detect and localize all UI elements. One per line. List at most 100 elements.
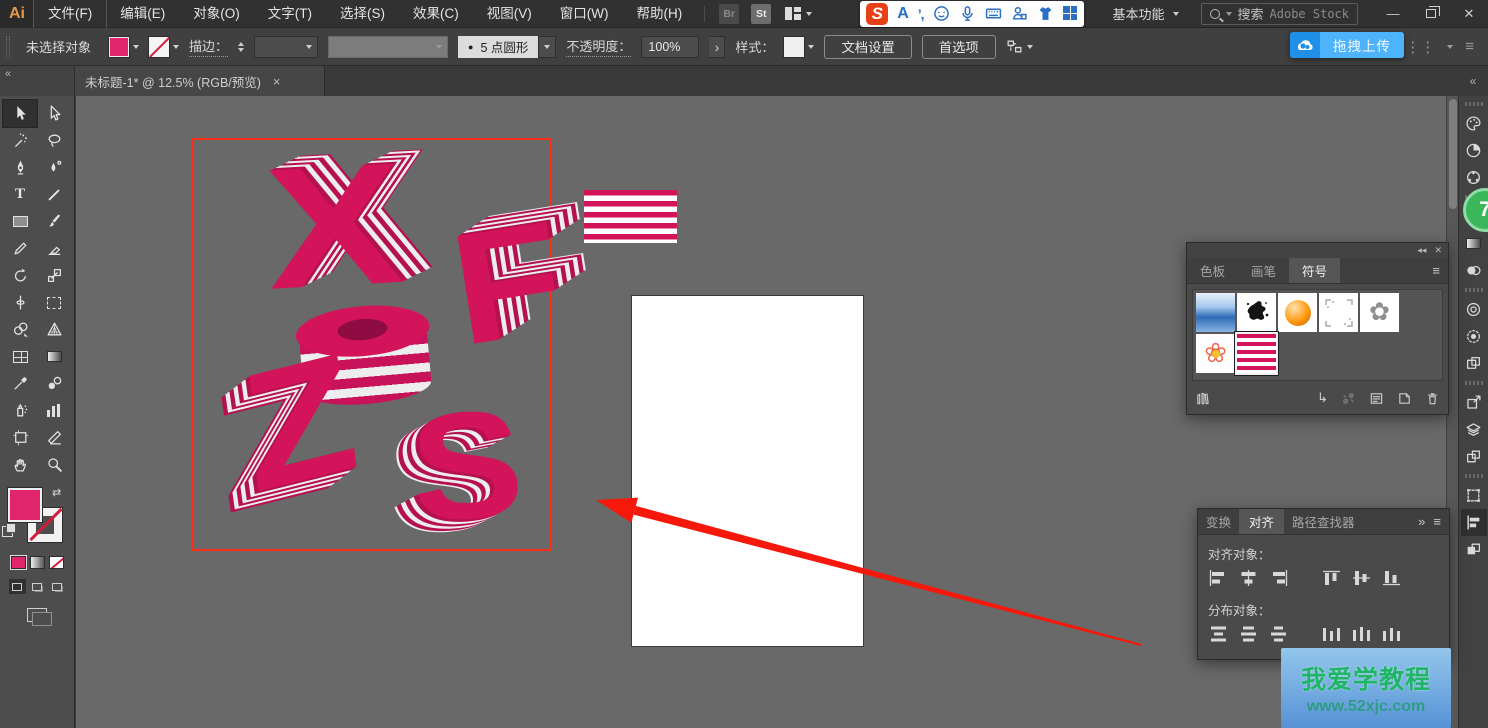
dock-artboards-panel[interactable] [1461, 350, 1487, 377]
dock-align-panel[interactable] [1461, 509, 1487, 536]
panel-grip[interactable] [6, 36, 10, 58]
close-panel-icon[interactable]: ✕ [1434, 245, 1442, 256]
tool-slice[interactable] [37, 424, 71, 451]
symbol-options-icon[interactable] [1369, 391, 1384, 406]
cloud-upload-button[interactable]: 拖拽上传 [1290, 32, 1404, 58]
align-glyph-control[interactable] [1006, 38, 1033, 55]
tab-symbols[interactable]: 符号 [1289, 258, 1340, 283]
tool-lasso[interactable] [37, 127, 71, 154]
bridge-icon[interactable]: Br [719, 4, 739, 24]
tool-paintbrush[interactable] [37, 208, 71, 235]
tool-perspective-grid[interactable] [37, 316, 71, 343]
tool-selection[interactable] [3, 100, 37, 127]
menu-view[interactable]: 视图(V) [473, 0, 546, 28]
toolbox-grid-icon[interactable] [1063, 6, 1078, 21]
none-button[interactable] [49, 556, 64, 569]
collapse-panel-icon[interactable]: ◂◂ [1417, 245, 1426, 256]
workspace-switcher[interactable]: 基本功能 [1112, 4, 1178, 23]
symbol-registration[interactable] [1319, 293, 1358, 332]
artwork-letter-s[interactable]: S [406, 386, 528, 545]
distribute-top-button[interactable] [1208, 625, 1229, 643]
tool-gradient[interactable] [37, 343, 71, 370]
soft-keyboard-icon[interactable] [985, 5, 1002, 22]
fill-color-control[interactable] [109, 37, 139, 57]
align-right-button[interactable] [1268, 569, 1289, 587]
fill-swatch[interactable] [109, 37, 129, 57]
draw-behind-button[interactable] [29, 579, 46, 594]
tool-rotate[interactable] [3, 262, 37, 289]
break-link-icon[interactable] [1341, 391, 1356, 406]
tool-artboard[interactable] [3, 424, 37, 451]
tool-direct-selection[interactable] [37, 100, 71, 127]
preferences-button[interactable]: 首选项 [922, 35, 996, 59]
tool-mesh[interactable] [3, 343, 37, 370]
panel-menu-icon[interactable]: ≡ [1433, 514, 1441, 529]
stroke-weight-combo[interactable] [254, 36, 318, 58]
stroke-none-swatch[interactable] [149, 37, 169, 57]
distribute-left-button[interactable] [1321, 625, 1342, 643]
align-top-button[interactable] [1321, 569, 1342, 587]
skin-person-icon[interactable] [1011, 5, 1028, 22]
menu-list-icon[interactable]: ≡ [1465, 38, 1474, 55]
dock-appearance-panel[interactable] [1461, 323, 1487, 350]
dock-grip[interactable] [1465, 102, 1483, 106]
opacity-label[interactable]: 不透明度： [566, 36, 631, 57]
striped-symbol-instance[interactable] [584, 190, 677, 243]
stroke-color-control[interactable] [149, 37, 179, 57]
artwork-letter-f[interactable]: F [442, 197, 573, 370]
dock-collapse-strip[interactable]: « [1458, 66, 1488, 96]
default-swatches-icon[interactable] [2, 526, 13, 537]
menu-help[interactable]: 帮助(H) [622, 0, 696, 28]
dock-grip[interactable] [1465, 288, 1483, 292]
microphone-icon[interactable] [959, 5, 976, 22]
dock-layers-panel[interactable] [1461, 416, 1487, 443]
stroke-weight-stepper[interactable] [238, 42, 244, 52]
dock-grip[interactable] [1465, 381, 1483, 385]
expand-tabs-icon[interactable]: » [1418, 514, 1425, 529]
dock-gradient-panel[interactable] [1461, 230, 1487, 257]
align-left-button[interactable] [1208, 569, 1229, 587]
menu-window[interactable]: 窗口(W) [546, 0, 623, 28]
dock-export-panel[interactable] [1461, 389, 1487, 416]
new-symbol-icon[interactable] [1397, 391, 1412, 406]
scrollbar-thumb[interactable] [1449, 99, 1457, 209]
tool-scale[interactable] [37, 262, 71, 289]
brush-definition-combo[interactable]: ● 5 点圆形 [458, 36, 556, 58]
docking-icon[interactable]: ⋮⋮ [1405, 38, 1435, 56]
ime-language-icon[interactable]: A [897, 5, 909, 23]
opacity-more-button[interactable]: › [709, 36, 725, 58]
tool-eraser[interactable] [37, 235, 71, 262]
dock-asset-export-panel[interactable] [1461, 443, 1487, 470]
delete-symbol-icon[interactable] [1425, 391, 1440, 406]
opacity-input[interactable]: 100% [641, 36, 699, 58]
panel-menu-icon[interactable]: ≡ [1432, 263, 1440, 278]
stock-search-input[interactable]: 搜索 Adobe Stock [1201, 3, 1359, 25]
draw-inside-button[interactable] [49, 579, 66, 594]
toolbar-collapse-strip[interactable]: « [0, 66, 75, 96]
tool-curvature[interactable] [37, 154, 71, 181]
tool-magic-wand[interactable] [3, 127, 37, 154]
emoji-icon[interactable] [933, 5, 950, 22]
minimize-button[interactable]: — [1374, 0, 1412, 28]
color-button[interactable] [11, 556, 26, 569]
arrange-documents-button[interactable] [785, 7, 812, 20]
restore-button[interactable] [1412, 0, 1450, 28]
tool-symbol-sprayer[interactable] [3, 397, 37, 424]
shirt-skin-icon[interactable] [1037, 5, 1054, 22]
tool-shape-builder[interactable] [3, 316, 37, 343]
screen-mode-button[interactable] [27, 608, 47, 622]
tab-pathfinder[interactable]: 路径查找器 [1284, 509, 1363, 534]
tool-blend[interactable] [37, 370, 71, 397]
distribute-right-button[interactable] [1381, 625, 1402, 643]
dock-cc-libraries[interactable] [1461, 296, 1487, 323]
menu-select[interactable]: 选择(S) [326, 0, 399, 28]
symbol-libraries-icon[interactable] [1195, 391, 1210, 406]
symbol-orange-orb[interactable] [1278, 293, 1317, 332]
distribute-bottom-button[interactable] [1268, 625, 1289, 643]
tool-shaper[interactable] [3, 235, 37, 262]
align-h-center-button[interactable] [1238, 569, 1259, 587]
tool-free-transform[interactable] [37, 289, 71, 316]
graphic-style-control[interactable] [784, 37, 814, 57]
align-v-center-button[interactable] [1351, 569, 1372, 587]
dock-grip[interactable] [1465, 474, 1483, 478]
